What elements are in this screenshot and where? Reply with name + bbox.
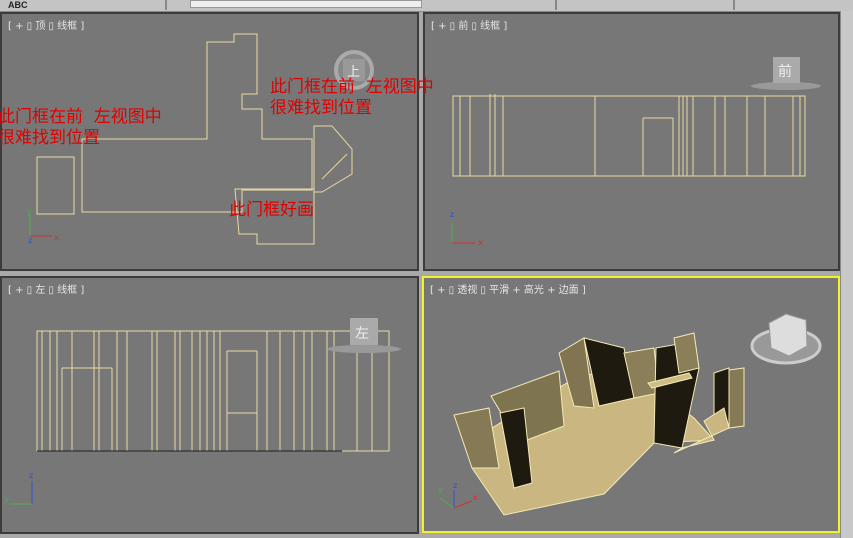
viewport-front[interactable]: z x 前 [ + ▯ 前 ▯ 线框 ]: [423, 12, 840, 271]
axis-x-label: x: [473, 493, 478, 502]
toolbar-separator: [165, 0, 167, 10]
viewport-top-label[interactable]: [ + ▯ 顶 ▯ 线框 ]: [8, 17, 84, 32]
viewport-perspective[interactable]: z y x [ + ▯ 透视 ▯ 平滑 + 高光 + 边面 ]: [422, 276, 840, 533]
command-panel-edge[interactable]: [840, 11, 853, 538]
viewport-left[interactable]: z y 左 [ + ▯ 左 ▯ 线框 ]: [0, 276, 419, 534]
text-tool-label: ABC: [8, 0, 28, 10]
axis-y-label: y: [438, 485, 443, 494]
annotation-easy: 此门框好画: [229, 200, 314, 220]
axis-z-label: z: [453, 481, 457, 490]
axis-z-label: z: [28, 236, 32, 245]
axis-y-label: y: [4, 495, 9, 504]
viewport-front-label[interactable]: [ + ▯ 前 ▯ 线框 ]: [431, 17, 507, 32]
annotation-right: 此门框在前 左视图中 很难找到位置: [270, 77, 434, 118]
viewcube-face-label[interactable]: 前: [778, 63, 792, 80]
viewcube-face-label[interactable]: 左: [355, 326, 369, 342]
main-toolbar: ABC: [0, 0, 853, 12]
axis-z-label: z: [450, 210, 454, 219]
viewport-perspective-label[interactable]: [ + ▯ 透视 ▯ 平滑 + 高光 + 边面 ]: [430, 281, 586, 296]
axis-y-label: y: [27, 207, 32, 216]
toolbar-separator: [555, 0, 557, 10]
viewcube-icon[interactable]: [768, 313, 808, 357]
left-wireframe: z y 左: [4, 318, 401, 505]
toolbar-dropdown[interactable]: [190, 0, 422, 8]
toolbar-separator: [733, 0, 735, 10]
viewport-left-label[interactable]: [ + ▯ 左 ▯ 线框 ]: [8, 281, 84, 296]
perspective-model: z y x: [438, 313, 822, 516]
viewcube-ring[interactable]: [751, 82, 821, 90]
viewcube-ring[interactable]: [327, 345, 401, 353]
axis-x-label: x: [478, 238, 483, 247]
front-wireframe: z x 前: [450, 57, 821, 247]
axis-x-label: x: [54, 233, 59, 242]
axis-z-label: z: [29, 471, 33, 480]
annotation-left: 此门框在前 左视图中 很难找到位置: [0, 107, 162, 148]
